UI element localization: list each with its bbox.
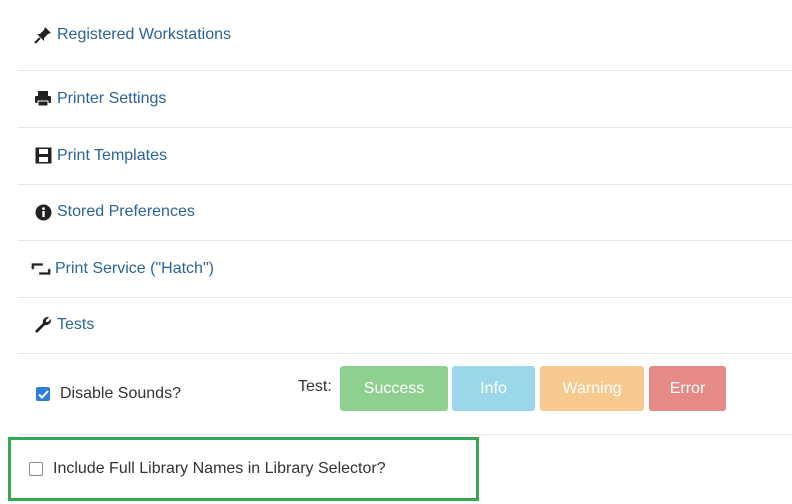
library-names-label: Include Full Library Names in Library Se… xyxy=(53,460,386,477)
stored-preferences-link[interactable]: Stored Preferences xyxy=(33,203,195,221)
menu-row-printer-settings: Printer Settings xyxy=(18,70,792,128)
disable-sounds-checkbox-wrap[interactable]: Disable Sounds? xyxy=(36,385,181,403)
checkmark-icon xyxy=(37,389,49,399)
test-warning-button[interactable]: Warning xyxy=(540,366,644,411)
printer-icon xyxy=(33,90,53,108)
admin-settings-panel: Registered Workstations Printer Settings… xyxy=(18,0,792,504)
print-service-label: Print Service ("Hatch") xyxy=(55,259,214,277)
stored-preferences-label: Stored Preferences xyxy=(57,203,195,220)
test-label: Test: xyxy=(298,378,332,395)
info-circle-icon xyxy=(33,203,53,221)
menu-row-print-templates: Print Templates xyxy=(18,127,792,185)
wrench-icon xyxy=(33,316,53,334)
print-templates-link[interactable]: Print Templates xyxy=(33,147,167,165)
menu-row-print-service: Print Service ("Hatch") xyxy=(18,240,792,298)
test-info-button[interactable]: Info xyxy=(452,366,535,411)
disable-sounds-label: Disable Sounds? xyxy=(60,385,181,402)
printer-settings-link[interactable]: Printer Settings xyxy=(33,90,166,108)
registered-workstations-label: Registered Workstations xyxy=(57,26,231,43)
tests-label: Tests xyxy=(57,316,95,333)
library-names-checkbox-wrap[interactable]: Include Full Library Names in Library Se… xyxy=(29,460,386,478)
menu-row-registered-workstations: Registered Workstations xyxy=(18,0,792,71)
registered-workstations-link[interactable]: Registered Workstations xyxy=(33,26,231,44)
retweet-icon xyxy=(31,260,51,278)
print-service-link[interactable]: Print Service ("Hatch") xyxy=(31,260,214,278)
printer-settings-label: Printer Settings xyxy=(57,89,167,107)
test-error-button[interactable]: Error xyxy=(649,366,726,411)
tests-link[interactable]: Tests xyxy=(33,316,94,334)
disable-sounds-checkbox[interactable] xyxy=(36,387,50,401)
film-icon xyxy=(33,147,53,165)
sounds-row: Disable Sounds? Test: Success Info Warni… xyxy=(18,354,792,435)
test-success-button[interactable]: Success xyxy=(340,366,448,411)
menu-row-stored-preferences: Stored Preferences xyxy=(18,184,792,241)
library-names-checkbox[interactable] xyxy=(29,462,43,476)
menu-row-tests: Tests xyxy=(18,297,792,354)
library-names-highlight: Include Full Library Names in Library Se… xyxy=(8,437,479,501)
pushpin-icon xyxy=(33,26,53,44)
print-templates-label: Print Templates xyxy=(57,146,167,164)
